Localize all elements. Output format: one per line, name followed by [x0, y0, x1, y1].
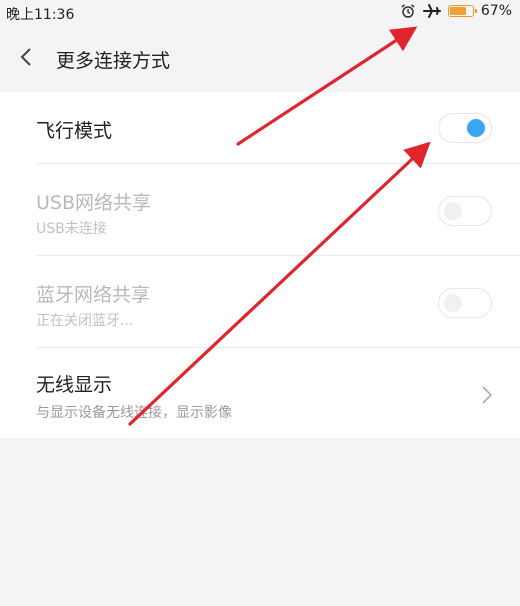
setting-airplane-mode[interactable]: 飞行模式 — [0, 92, 520, 164]
battery-percent: 67% — [480, 3, 512, 19]
status-bar: 晚上11:36 67% — [0, 0, 520, 26]
setting-subtitle: USB未连接 — [36, 221, 107, 237]
alarm-icon — [401, 4, 415, 18]
bluetooth-tethering-toggle[interactable] — [438, 288, 492, 318]
setting-label: 无线显示 — [36, 374, 113, 396]
setting-subtitle: 与显示设备无线连接，显示影像 — [36, 405, 232, 421]
back-button[interactable] — [12, 42, 42, 72]
toggle-knob — [444, 294, 462, 312]
setting-subtitle: 正在关闭蓝牙... — [36, 313, 134, 329]
toggle-knob — [444, 202, 462, 220]
setting-label: USB网络共享 — [36, 192, 152, 214]
usb-tethering-toggle[interactable] — [438, 196, 492, 226]
status-icons: 67% — [400, 3, 512, 19]
airplane-icon — [422, 4, 441, 18]
toggle-knob — [467, 119, 485, 137]
chevron-right-icon — [482, 386, 493, 404]
setting-usb-tethering[interactable]: USB网络共享 USB未连接 — [0, 164, 520, 256]
setting-wireless-display[interactable]: 无线显示 与显示设备无线连接，显示影像 — [0, 348, 520, 438]
header: 更多连接方式 — [0, 26, 520, 92]
page-title: 更多连接方式 — [56, 50, 171, 72]
chevron-left-icon — [20, 48, 31, 66]
setting-label: 飞行模式 — [36, 120, 113, 142]
airplane-mode-toggle[interactable] — [438, 113, 492, 143]
setting-bluetooth-tethering[interactable]: 蓝牙网络共享 正在关闭蓝牙... — [0, 256, 520, 348]
battery-fill — [449, 7, 466, 15]
status-time: 晚上11:36 — [6, 7, 75, 23]
setting-label: 蓝牙网络共享 — [36, 284, 151, 306]
battery-icon — [447, 5, 477, 17]
settings-list: 飞行模式 USB网络共享 USB未连接 蓝牙网络共享 正在关闭蓝牙... 无线显… — [0, 92, 520, 438]
